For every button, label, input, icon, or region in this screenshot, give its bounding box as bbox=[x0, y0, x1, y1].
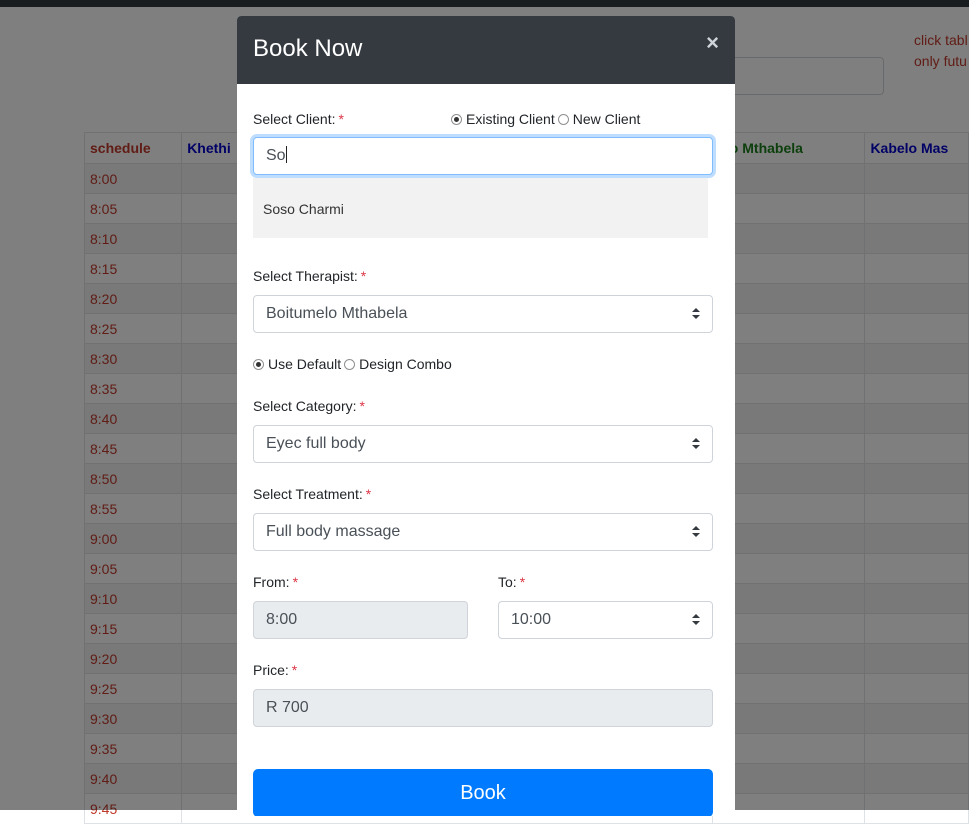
required-mark: * bbox=[338, 111, 344, 127]
category-value: Eyec full body bbox=[266, 435, 366, 452]
to-value: 10:00 bbox=[511, 611, 552, 628]
book-now-modal: Book Now × Select Client: * Existing Clie… bbox=[237, 16, 735, 816]
use-default-radio[interactable] bbox=[253, 358, 264, 370]
from-value: 8:00 bbox=[266, 611, 298, 628]
to-label: To: * bbox=[498, 574, 525, 590]
new-client-label[interactable]: New Client bbox=[573, 111, 641, 127]
required-mark: * bbox=[291, 662, 298, 678]
to-time-select[interactable]: 10:00 bbox=[498, 601, 713, 639]
select-arrows-icon bbox=[692, 308, 700, 320]
treatment-select[interactable]: Full body massage bbox=[253, 513, 713, 551]
select-client-label: Select Client: * bbox=[253, 111, 344, 127]
client-suggestion-list: Soso Charmi bbox=[253, 178, 708, 238]
category-select[interactable]: Eyec full body bbox=[253, 425, 713, 463]
required-mark: * bbox=[292, 574, 299, 590]
label-text: Select Client: bbox=[253, 111, 336, 127]
existing-client-label[interactable]: Existing Client bbox=[466, 111, 555, 127]
design-combo-label[interactable]: Design Combo bbox=[359, 356, 452, 372]
new-client-radio[interactable] bbox=[557, 113, 569, 125]
from-time-field: 8:00 bbox=[253, 601, 468, 639]
label-text: Price: bbox=[253, 662, 289, 678]
select-category-label: Select Category: * bbox=[253, 398, 365, 414]
book-button[interactable]: Book bbox=[253, 769, 713, 816]
therapist-select[interactable]: Boitumelo Mthabela bbox=[253, 295, 713, 333]
select-therapist-label: Select Therapist: * bbox=[253, 268, 366, 284]
required-mark: * bbox=[359, 398, 365, 414]
modal-title: Book Now bbox=[253, 35, 363, 62]
label-text: From: bbox=[253, 574, 290, 590]
select-treatment-label: Select Treatment: * bbox=[253, 486, 371, 502]
client-type-radio-group: Existing Client New Client bbox=[451, 111, 643, 127]
modal-header: Book Now × bbox=[237, 16, 735, 84]
suggestion-item[interactable]: Soso Charmi bbox=[263, 201, 344, 217]
close-icon[interactable]: × bbox=[706, 32, 719, 54]
design-combo-radio[interactable] bbox=[344, 358, 356, 370]
use-default-label[interactable]: Use Default bbox=[268, 356, 341, 372]
label-text: Select Therapist: bbox=[253, 268, 358, 284]
price-label: Price: * bbox=[253, 662, 297, 678]
treatment-value: Full body massage bbox=[266, 523, 401, 540]
from-label: From: * bbox=[253, 574, 298, 590]
select-arrows-icon bbox=[692, 438, 700, 450]
therapist-value: Boitumelo Mthabela bbox=[266, 305, 408, 322]
combo-radio-group: Use Default Design Combo bbox=[253, 356, 455, 372]
client-search-input[interactable]: So bbox=[253, 137, 713, 175]
price-field: R 700 bbox=[253, 689, 713, 727]
client-search-value: So bbox=[266, 147, 286, 164]
label-text: Select Category: bbox=[253, 398, 357, 414]
required-mark: * bbox=[365, 486, 372, 502]
select-arrows-icon bbox=[692, 614, 700, 626]
select-arrows-icon bbox=[692, 526, 700, 538]
label-text: To: bbox=[498, 574, 517, 590]
price-value: R 700 bbox=[266, 699, 309, 716]
required-mark: * bbox=[360, 268, 367, 284]
text-caret bbox=[285, 146, 287, 163]
required-mark: * bbox=[519, 574, 526, 590]
label-text: Select Treatment: bbox=[253, 486, 363, 502]
existing-client-radio[interactable] bbox=[451, 113, 462, 125]
